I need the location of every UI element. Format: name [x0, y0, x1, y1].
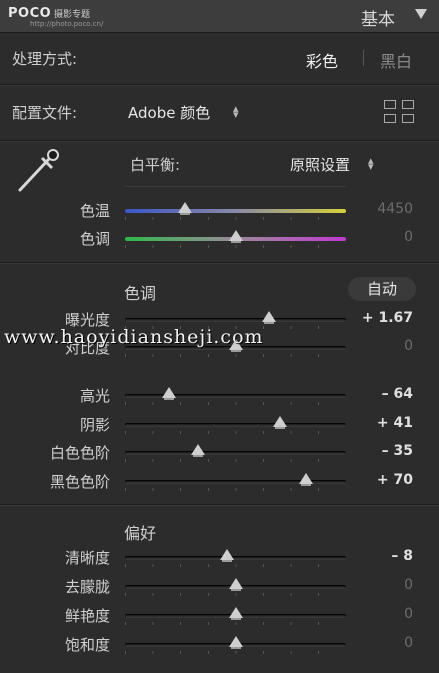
slider-ticks: [125, 354, 346, 357]
slider-track[interactable]: [125, 423, 346, 427]
divider: [0, 140, 439, 142]
slider-track[interactable]: [125, 556, 346, 560]
slider-track[interactable]: [125, 451, 346, 455]
slider-thumb[interactable]: [228, 230, 243, 243]
slider-label: 高光: [79, 387, 110, 405]
collapse-triangle-icon[interactable]: [415, 9, 427, 19]
slider-thumb[interactable]: [177, 202, 192, 215]
slider-ticks: [125, 431, 346, 434]
slider-ticks: [125, 564, 346, 567]
slider-value[interactable]: + 1.67: [362, 310, 413, 326]
treatment-color-button[interactable]: 彩色: [306, 48, 338, 72]
slider-value[interactable]: 0: [404, 635, 413, 651]
presence-section-title: 偏好: [124, 524, 157, 543]
panel-title: 基本: [361, 10, 395, 30]
white-balance-label: 白平衡:: [130, 156, 181, 174]
slider-label: 色温: [79, 202, 110, 220]
eyedropper-icon[interactable]: [12, 146, 62, 196]
slider-label: 清晰度: [64, 549, 110, 567]
logo-url: http://photo.poco.cn/: [30, 20, 104, 28]
slider-ticks: [125, 459, 346, 462]
panel-header[interactable]: POCO 摄影专题 http://photo.poco.cn/ 基本: [0, 0, 439, 33]
slider-track[interactable]: [125, 209, 346, 213]
slider-thumb[interactable]: [272, 416, 287, 429]
divider: [0, 504, 439, 506]
slider-thumb[interactable]: [162, 387, 177, 400]
slider-label: 鲜艳度: [64, 607, 110, 625]
slider-ticks: [125, 593, 346, 596]
slider-value[interactable]: – 8: [391, 548, 413, 564]
slider-ticks: [125, 217, 346, 220]
treatment-divider: [363, 50, 364, 66]
slider-value[interactable]: – 64: [382, 386, 413, 402]
divider: [0, 262, 439, 264]
slider-thumb[interactable]: [219, 549, 234, 562]
slider-label: 饱和度: [64, 636, 110, 654]
slider-thumb[interactable]: [299, 473, 314, 486]
slider-ticks: [125, 245, 346, 248]
basic-panel: POCO 摄影专题 http://photo.poco.cn/ 基本 处理方式:…: [0, 0, 439, 673]
slider-track[interactable]: [125, 394, 346, 398]
wb-rule: [125, 186, 346, 187]
white-balance-select[interactable]: 原照设置: [290, 154, 350, 175]
slider-thumb[interactable]: [261, 311, 276, 324]
treatment-label: 处理方式:: [12, 50, 78, 68]
tone-section-title: 色调: [124, 284, 157, 303]
treatment-bw-button[interactable]: 黑白: [380, 48, 412, 72]
poco-logo: POCO: [8, 6, 52, 21]
auto-tone-button[interactable]: 自动: [348, 277, 416, 301]
slider-value[interactable]: + 70: [377, 472, 413, 488]
slider-thumb[interactable]: [228, 578, 243, 591]
slider-label: 阴影: [79, 416, 110, 434]
slider-value[interactable]: 4450: [377, 201, 413, 217]
white-balance-updown-icon[interactable]: ▴ ▾: [368, 155, 374, 172]
slider-value[interactable]: 0: [404, 577, 413, 593]
slider-track[interactable]: [125, 318, 346, 322]
slider-ticks: [125, 488, 346, 491]
slider-value[interactable]: – 35: [382, 443, 413, 459]
slider-thumb[interactable]: [228, 636, 243, 649]
slider-label: 去朦胧: [64, 578, 110, 596]
slider-thumb[interactable]: [228, 607, 243, 620]
slider-value[interactable]: 0: [404, 229, 413, 245]
divider: [0, 84, 439, 86]
slider-label: 白色色阶: [49, 444, 110, 462]
slider-label: 黑色色阶: [49, 473, 110, 491]
profile-updown-icon[interactable]: ▴ ▾: [233, 103, 239, 120]
profile-browser-grid-icon[interactable]: [384, 100, 416, 124]
slider-ticks: [125, 402, 346, 405]
slider-value[interactable]: 0: [404, 338, 413, 354]
slider-label: 色调: [79, 230, 110, 248]
slider-value[interactable]: 0: [404, 606, 413, 622]
profile-label: 配置文件:: [12, 104, 78, 122]
slider-thumb[interactable]: [190, 444, 205, 457]
logo-subtitle: 摄影专题: [54, 10, 91, 20]
profile-select[interactable]: Adobe 颜色: [128, 102, 210, 123]
slider-ticks: [125, 622, 346, 625]
slider-ticks: [125, 651, 346, 654]
watermark-text: www.haoyidiansheji.com: [4, 326, 264, 348]
slider-value[interactable]: + 41: [377, 415, 413, 431]
